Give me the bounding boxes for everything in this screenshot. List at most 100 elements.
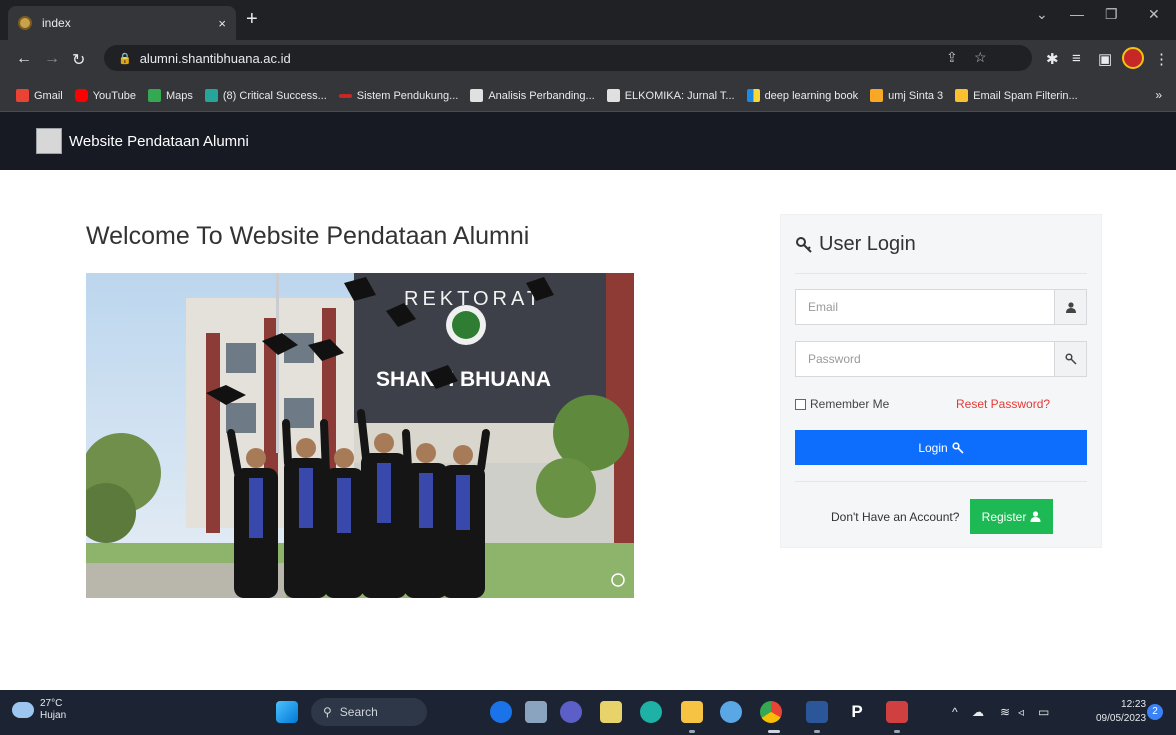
more-bookmarks-icon[interactable]: » — [1155, 88, 1162, 102]
login-card: User Login Remember Me Reset Password? L… — [780, 214, 1102, 548]
brand-logo-icon[interactable] — [36, 128, 62, 154]
building-sign-main: SHANTI BHUANA — [376, 368, 551, 391]
password-input[interactable] — [796, 342, 1054, 376]
register-button[interactable]: Register — [970, 499, 1053, 534]
taskbar-clock[interactable]: 12:23 09/05/2023 — [1096, 698, 1146, 726]
email-field — [795, 289, 1087, 325]
k-logo-icon — [955, 89, 969, 102]
reset-password-link[interactable]: Reset Password? — [956, 397, 1050, 411]
minimize-button[interactable]: — — [1070, 6, 1084, 22]
volume-icon[interactable]: ◃ — [1018, 705, 1024, 719]
search-icon: ⚲ — [323, 705, 332, 719]
temperature: 27°C — [40, 698, 63, 709]
bookmark-deep-learning-book[interactable]: deep learning book — [746, 89, 858, 102]
divider — [795, 273, 1087, 274]
document-viewer-icon[interactable] — [886, 701, 908, 723]
campus-graduation-photo: REKTORAT SHANTI BHUANA — [86, 273, 634, 598]
task-view-icon[interactable] — [525, 701, 547, 723]
browser-tab[interactable]: index × — [8, 6, 236, 40]
key-icon — [952, 441, 964, 454]
journal-icon — [470, 89, 484, 102]
tab-search-chevron-icon[interactable]: ⌄ — [1036, 6, 1048, 23]
bookmarks-bar: Gmail YouTube Maps (8) Critical Success.… — [0, 80, 1176, 112]
address-bar[interactable]: 🔒 alumni.shantibhuana.ac.id ⇪ ☆ — [104, 45, 1032, 71]
url-text: alumni.shantibhuana.ac.id — [139, 50, 291, 66]
weather-condition: Hujan — [40, 710, 67, 721]
chrome-icon[interactable] — [760, 701, 782, 723]
reading-list-icon[interactable]: ≡ — [1072, 50, 1081, 67]
sinta-icon — [870, 89, 884, 102]
bookmark-sistem-pendukung[interactable]: Sistem Pendukung... — [338, 90, 458, 102]
battery-icon[interactable]: ▭ — [1038, 705, 1049, 719]
browser-toolbar: ← → ↻ 🔒 alumni.shantibhuana.ac.id ⇪ ☆ ✱ … — [0, 40, 1176, 80]
brand-title[interactable]: Website Pendataan Alumni — [69, 133, 249, 150]
bookmark-analisis-perbanding[interactable]: Analisis Perbanding... — [470, 89, 595, 102]
bookmark-elkomika[interactable]: ELKOMIKA: Jurnal T... — [606, 89, 735, 102]
bookmark-star-icon[interactable]: ☆ — [974, 49, 987, 66]
password-field — [795, 341, 1087, 377]
profile-avatar[interactable] — [1122, 47, 1144, 69]
bookmark-email-spam[interactable]: Email Spam Filterin... — [955, 89, 1078, 102]
youtube-icon — [74, 89, 88, 102]
rain-cloud-icon — [12, 702, 34, 718]
gmail-icon — [16, 89, 29, 102]
user-icon — [1054, 290, 1086, 324]
remember-me-checkbox[interactable]: Remember Me — [795, 397, 889, 411]
divider — [795, 481, 1087, 482]
lock-icon: 🔒 — [118, 52, 132, 65]
researchgate-icon — [204, 89, 218, 102]
login-title: User Login — [795, 233, 916, 256]
notification-badge[interactable]: 2 — [1147, 704, 1163, 720]
onedrive-icon[interactable]: ☁ — [972, 705, 984, 719]
maps-icon — [147, 89, 161, 102]
taskbar-search[interactable]: ⚲ Search — [311, 698, 427, 726]
share-icon[interactable]: ⇪ — [946, 49, 958, 66]
bookmark-youtube[interactable]: YouTube — [74, 89, 136, 102]
app-icon[interactable] — [720, 701, 742, 723]
running-indicator — [814, 730, 820, 733]
document-icon — [338, 93, 352, 98]
reload-icon[interactable]: ↻ — [72, 50, 85, 70]
p-app-icon[interactable]: P — [846, 701, 868, 723]
edge-browser-icon[interactable] — [640, 701, 662, 723]
tab-close-icon[interactable]: × — [218, 16, 226, 31]
bing-chat-icon[interactable] — [490, 701, 512, 723]
bookmark-maps[interactable]: Maps — [147, 89, 193, 102]
windows-start-icon[interactable] — [276, 701, 298, 723]
running-indicator — [689, 730, 695, 733]
browser-menu-icon[interactable]: ⋮ — [1154, 50, 1169, 68]
file-explorer-icon[interactable] — [681, 701, 703, 723]
tray-chevron-up-icon[interactable]: ^ — [952, 705, 958, 719]
teams-icon[interactable] — [560, 701, 582, 723]
extensions-puzzle-icon[interactable]: ✱ — [1046, 50, 1059, 68]
back-arrow-icon[interactable]: ← — [16, 50, 32, 68]
user-icon — [1030, 511, 1041, 522]
clock-time: 12:23 — [1121, 699, 1147, 710]
store-icon[interactable] — [600, 701, 622, 723]
site-favicon-icon — [18, 16, 32, 30]
close-window-button[interactable]: ✕ — [1148, 6, 1160, 23]
windows-taskbar: 27°C Hujan ⚲ Search P ^ ☁ ≋ ◃ ▭ 12:23 09… — [0, 690, 1176, 735]
running-indicator — [768, 730, 780, 733]
new-tab-button[interactable]: + — [246, 8, 258, 30]
browser-tab-strip: index × + ⌄ — ❐ ✕ — [0, 0, 1176, 40]
key-icon — [796, 236, 812, 253]
wifi-icon[interactable]: ≋ — [1000, 705, 1010, 719]
clock-date: 09/05/2023 — [1096, 713, 1147, 724]
running-indicator — [894, 730, 900, 733]
side-panel-icon[interactable]: ▣ — [1098, 50, 1112, 68]
bookmark-critical-success[interactable]: (8) Critical Success... — [204, 89, 327, 102]
word-icon[interactable] — [806, 701, 828, 723]
journal-icon — [606, 89, 620, 102]
weather-widget[interactable]: 27°C Hujan — [12, 698, 66, 722]
tab-title: index — [42, 16, 71, 30]
bookmark-gmail[interactable]: Gmail — [16, 89, 63, 102]
forward-arrow-icon[interactable]: → — [44, 50, 60, 68]
restore-button[interactable]: ❐ — [1105, 6, 1118, 23]
welcome-heading: Welcome To Website Pendataan Alumni — [86, 222, 530, 250]
login-button[interactable]: Login — [795, 430, 1087, 465]
book-icon — [746, 89, 760, 102]
bookmark-umj-sinta[interactable]: umj Sinta 3 — [870, 89, 943, 102]
email-input[interactable] — [796, 290, 1054, 324]
checkbox-box[interactable] — [795, 398, 806, 410]
